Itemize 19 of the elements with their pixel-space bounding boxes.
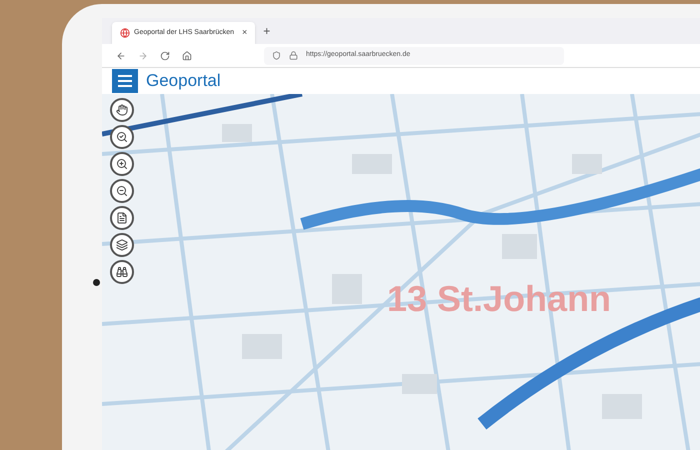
layers-icon: [116, 239, 128, 251]
menu-icon: [118, 75, 132, 87]
zoom-in-icon: [116, 158, 128, 170]
site-logo-icon: [120, 28, 130, 38]
back-icon[interactable]: [116, 50, 126, 60]
document-icon: [116, 212, 128, 224]
home-icon[interactable]: [182, 50, 192, 60]
menu-button[interactable]: [112, 69, 138, 93]
search-icon: [116, 131, 128, 143]
zoom-out-icon: [116, 185, 128, 197]
shield-icon: [272, 51, 281, 60]
binoculars-icon: [116, 266, 128, 278]
lock-icon: [289, 51, 298, 60]
district-label: 13 St.Johann: [387, 277, 612, 321]
app-title: Geoportal: [146, 70, 221, 92]
hand-icon: [116, 104, 128, 116]
reload-icon[interactable]: [160, 50, 170, 60]
new-tab-button[interactable]: +: [263, 22, 270, 40]
tab-close[interactable]: ×: [242, 26, 248, 40]
